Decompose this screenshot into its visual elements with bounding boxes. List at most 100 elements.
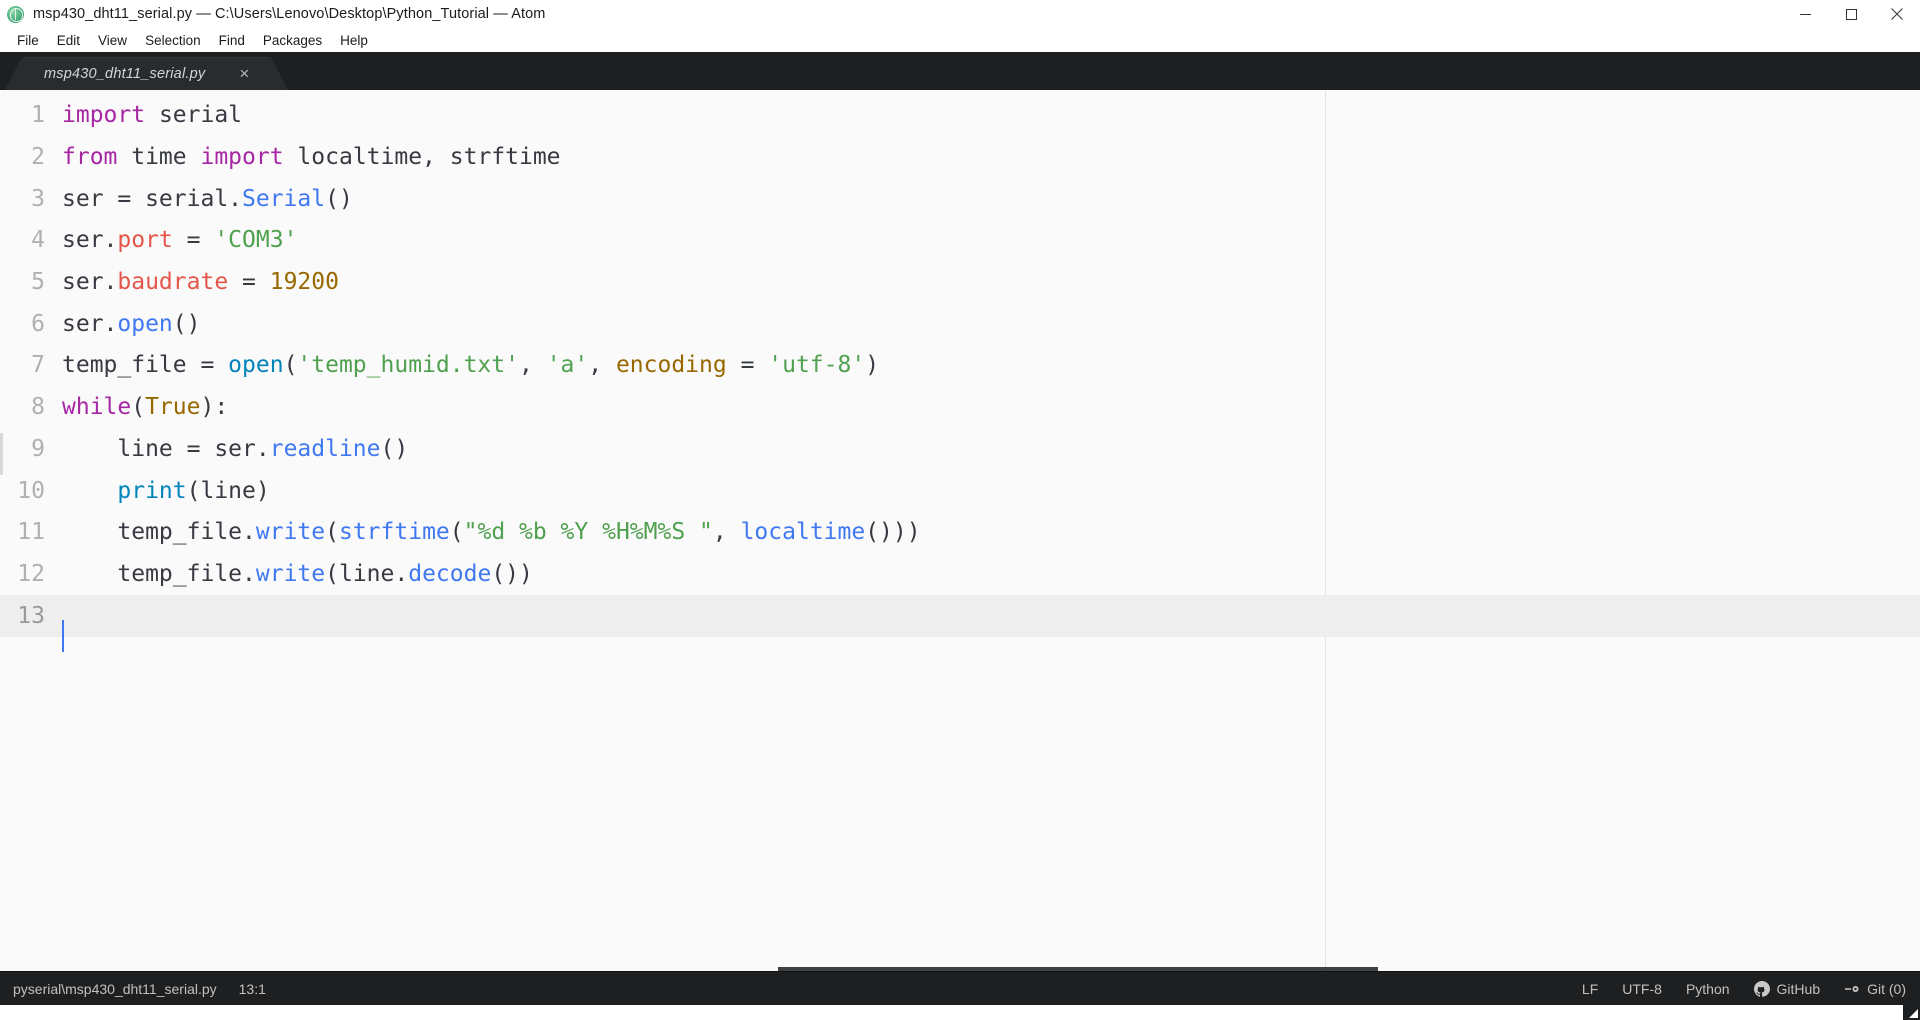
- token-attr: baudrate: [117, 269, 229, 296]
- code-line[interactable]: 6 ser.open(): [0, 303, 1920, 345]
- token-str: 'utf-8': [768, 352, 866, 379]
- code-content[interactable]: 1 import serial 2 from time import localtim…: [0, 90, 1920, 653]
- code-line[interactable]: 11 temp_file.write(strftime("%d %b %Y %H…: [0, 512, 1920, 554]
- code-line[interactable]: 9 line = ser.readline(): [0, 429, 1920, 471]
- line-number: 6: [31, 310, 45, 337]
- window-title: msp430_dht11_serial.py — C:\Users\Lenovo…: [33, 6, 546, 22]
- code-text: print(line): [62, 477, 270, 504]
- status-file-path[interactable]: pyserial\msp430_dht11_serial.py: [13, 981, 217, 997]
- status-git-button[interactable]: Git (0): [1844, 981, 1906, 997]
- line-number: 5: [31, 269, 45, 296]
- code-text: temp_file.write(strftime("%d %b %Y %H%M%…: [62, 519, 921, 546]
- status-github-label: GitHub: [1776, 980, 1821, 997]
- code-text: from time import localtime, strftime: [62, 146, 561, 169]
- code-line[interactable]: 5 ser.baudrate = 19200: [0, 262, 1920, 304]
- status-encoding[interactable]: UTF-8: [1622, 981, 1662, 997]
- code-line[interactable]: 10 print(line): [0, 470, 1920, 512]
- line-number: 8: [31, 394, 45, 421]
- token-cls: Serial: [242, 185, 326, 212]
- token-bi: print: [117, 477, 187, 504]
- line-number: 7: [31, 352, 45, 379]
- token-pn: ())): [865, 519, 921, 546]
- close-button[interactable]: [1874, 0, 1920, 28]
- token-pl: ,: [518, 352, 547, 379]
- token-pn: ):: [200, 394, 229, 421]
- menu-item-edit[interactable]: Edit: [48, 31, 89, 50]
- line-number: 9: [31, 435, 45, 462]
- token-pn: (line): [186, 477, 270, 504]
- token-pl: serial: [145, 102, 243, 129]
- token-num: encoding: [615, 352, 727, 379]
- status-github-button[interactable]: GitHub: [1753, 980, 1821, 997]
- text-cursor: [62, 620, 64, 653]
- line-number: 1: [31, 102, 45, 129]
- code-line[interactable]: 8 while(True):: [0, 387, 1920, 429]
- code-text: ser.port = 'COM3': [62, 229, 297, 252]
- status-grammar[interactable]: Python: [1686, 981, 1730, 997]
- menu-item-packages[interactable]: Packages: [254, 31, 331, 50]
- menu-item-view[interactable]: View: [89, 31, 136, 50]
- line-number: 4: [31, 227, 45, 254]
- code-text: ser = serial.Serial(): [62, 185, 353, 212]
- github-icon: [1753, 980, 1770, 997]
- token-pn: (: [283, 352, 298, 379]
- token-str: 'a': [546, 352, 589, 379]
- menu-item-file[interactable]: File: [8, 31, 48, 50]
- token-pl: localtime, strftime: [283, 144, 561, 171]
- close-icon[interactable]: ×: [235, 65, 253, 83]
- token-fn: readline: [269, 435, 381, 462]
- token-pn: (: [325, 519, 339, 546]
- status-bar-left: pyserial\msp430_dht11_serial.py 13:1: [13, 981, 266, 997]
- code-line[interactable]: 3 ser = serial.Serial(): [0, 178, 1920, 220]
- token-pl: temp_file.: [62, 519, 256, 546]
- token-pl: ser.: [62, 310, 118, 337]
- maximize-button[interactable]: [1828, 0, 1874, 28]
- status-git-label: Git (0): [1867, 980, 1906, 997]
- token-pn: (: [131, 394, 146, 421]
- token-fn: strftime: [338, 519, 450, 546]
- code-editor[interactable]: 1 import serial 2 from time import localtim…: [0, 90, 1920, 971]
- token-str: "%d %b %Y %H%M%S ": [463, 519, 713, 546]
- token-fn: write: [255, 519, 326, 546]
- menu-item-find[interactable]: Find: [210, 31, 254, 50]
- status-line-ending[interactable]: LF: [1582, 981, 1598, 997]
- token-pl: =: [228, 269, 270, 296]
- token-bi: open: [228, 352, 284, 379]
- token-pl: line = ser.: [62, 435, 270, 462]
- token-pl: temp_file.: [62, 560, 256, 587]
- atom-icon: [7, 5, 24, 23]
- code-line[interactable]: 1 import serial: [0, 95, 1920, 137]
- token-pl: ser.: [62, 269, 118, 296]
- line-number: 13: [17, 602, 45, 629]
- token-str: 'COM3': [214, 227, 298, 254]
- tab-msp430-dht11-serial[interactable]: msp430_dht11_serial.py ×: [4, 57, 289, 90]
- title-bar: msp430_dht11_serial.py — C:\Users\Lenovo…: [0, 0, 1920, 28]
- tab-bar-empty-space: [271, 57, 1920, 90]
- token-kw: from: [62, 144, 118, 171]
- token-pl: =: [726, 352, 769, 379]
- code-line[interactable]: 2 from time import localtime, strftime: [0, 137, 1920, 179]
- menu-item-selection[interactable]: Selection: [136, 31, 210, 50]
- status-cursor-position[interactable]: 13:1: [239, 981, 266, 997]
- code-line[interactable]: 4 ser.port = 'COM3': [0, 220, 1920, 262]
- code-line[interactable]: 7 temp_file = open('temp_humid.txt', 'a',…: [0, 345, 1920, 387]
- token-pn: (): [172, 310, 201, 337]
- token-fn: open: [117, 310, 173, 337]
- menu-item-help[interactable]: Help: [331, 31, 377, 50]
- code-text: import serial: [62, 104, 242, 127]
- token-str: 'temp_humid.txt': [297, 352, 519, 379]
- code-text: temp_file.write(line.decode()): [62, 560, 532, 587]
- minimize-button[interactable]: [1782, 0, 1828, 28]
- token-pl: ,: [712, 519, 741, 546]
- git-branch-icon: [1844, 981, 1860, 997]
- code-line[interactable]: 13: [0, 595, 1920, 653]
- resize-handle[interactable]: [1903, 1003, 1920, 1020]
- token-pn: (line.: [325, 560, 409, 587]
- code-line[interactable]: 12 temp_file.write(line.decode()): [0, 554, 1920, 596]
- tab-bar: msp430_dht11_serial.py ×: [0, 52, 1920, 90]
- token-pl: ser.: [62, 227, 118, 254]
- tab-label: msp430_dht11_serial.py: [44, 65, 206, 82]
- horizontal-scrollbar[interactable]: [778, 967, 1378, 971]
- token-pn: ): [865, 352, 880, 379]
- line-number: 2: [31, 144, 45, 171]
